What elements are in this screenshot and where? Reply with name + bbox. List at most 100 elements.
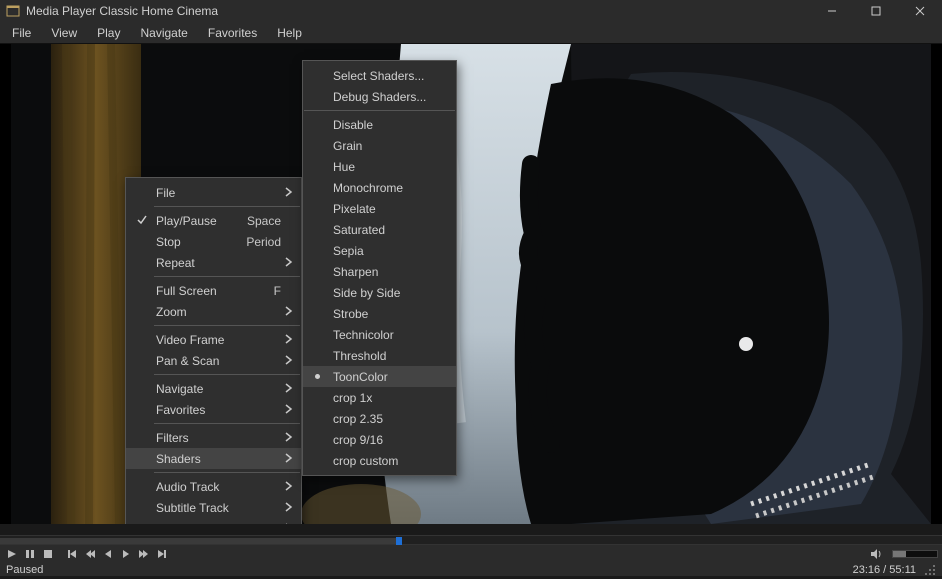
shader-threshold[interactable]: Threshold xyxy=(303,345,456,366)
separator xyxy=(154,206,300,207)
ctx-repeat[interactable]: Repeat xyxy=(126,252,301,273)
menu-help[interactable]: Help xyxy=(267,23,312,43)
ctx-navigate[interactable]: Navigate xyxy=(126,378,301,399)
prev-track-button[interactable] xyxy=(64,546,80,562)
menu-favorites[interactable]: Favorites xyxy=(198,23,267,43)
maximize-button[interactable] xyxy=(854,0,898,22)
shader-monochrome[interactable]: Monochrome xyxy=(303,177,456,198)
volume-bar[interactable] xyxy=(892,550,938,558)
seekbar[interactable] xyxy=(0,535,942,545)
ctx-shaders[interactable]: Shaders xyxy=(126,448,301,469)
label: Filters xyxy=(156,431,189,445)
shortcut: F xyxy=(274,284,281,298)
label: Hue xyxy=(333,160,355,174)
frame-forward-button[interactable] xyxy=(118,546,134,562)
label: Favorites xyxy=(156,403,205,417)
chevron-right-icon xyxy=(283,479,295,496)
shader-pixelate[interactable]: Pixelate xyxy=(303,198,456,219)
minimize-button[interactable] xyxy=(810,0,854,22)
status-text: Paused xyxy=(6,564,853,576)
label: Grain xyxy=(333,139,362,153)
close-button[interactable] xyxy=(898,0,942,22)
step-forward-button[interactable] xyxy=(136,546,152,562)
chevron-right-icon xyxy=(283,430,295,447)
shader-strobe[interactable]: Strobe xyxy=(303,303,456,324)
shader-sepia[interactable]: Sepia xyxy=(303,240,456,261)
shader-crop-2-35[interactable]: crop 2.35 xyxy=(303,408,456,429)
shader-crop-1x[interactable]: crop 1x xyxy=(303,387,456,408)
ctx-video-frame[interactable]: Video Frame xyxy=(126,329,301,350)
frame-back-button[interactable] xyxy=(100,546,116,562)
shader-side-by-side[interactable]: Side by Side xyxy=(303,282,456,303)
video-area[interactable]: File Play/PauseSpace Stop Period Repeat Full … xyxy=(0,44,942,524)
label: Monochrome xyxy=(333,181,403,195)
ctx-filters[interactable]: Filters xyxy=(126,427,301,448)
menu-file[interactable]: File xyxy=(2,23,41,43)
shader-crop-9-16[interactable]: crop 9/16 xyxy=(303,429,456,450)
shader-hue[interactable]: Hue xyxy=(303,156,456,177)
label: Navigate xyxy=(156,382,203,396)
ctx-subtitle-track[interactable]: Subtitle Track xyxy=(126,497,301,518)
label: Sepia xyxy=(333,244,364,258)
shader-select-shaders[interactable]: Select Shaders... xyxy=(303,65,456,86)
separator xyxy=(154,472,300,473)
label: Sharpen xyxy=(333,265,378,279)
ctx-play-pause[interactable]: Play/PauseSpace xyxy=(126,210,301,231)
label: Debug Shaders... xyxy=(333,90,426,104)
mute-button[interactable] xyxy=(868,546,884,562)
ctx-file[interactable]: File xyxy=(126,182,301,203)
ctx-audio-track[interactable]: Audio Track xyxy=(126,476,301,497)
label: Select Shaders... xyxy=(333,69,424,83)
step-back-button[interactable] xyxy=(82,546,98,562)
ctx-pan-scan[interactable]: Pan & Scan xyxy=(126,350,301,371)
shortcut: Period xyxy=(246,235,281,249)
volume-fill xyxy=(893,551,906,557)
label: Pixelate xyxy=(333,202,376,216)
menu-view[interactable]: View xyxy=(41,23,87,43)
separator xyxy=(154,276,300,277)
chevron-right-icon xyxy=(283,185,295,202)
label: Saturated xyxy=(333,223,385,237)
separator xyxy=(154,423,300,424)
stop-button[interactable] xyxy=(40,546,56,562)
label: Shaders xyxy=(156,452,201,466)
play-button[interactable] xyxy=(4,546,20,562)
chevron-right-icon xyxy=(283,255,295,272)
pause-button[interactable] xyxy=(22,546,38,562)
menu-play[interactable]: Play xyxy=(87,23,130,43)
ctx-video-track[interactable]: Video Track xyxy=(126,518,301,524)
shader-tooncolor[interactable]: ToonColor xyxy=(303,366,456,387)
label: Full Screen xyxy=(156,284,217,298)
ctx-zoom[interactable]: Zoom xyxy=(126,301,301,322)
label: Video Track xyxy=(156,522,219,525)
shader-saturated[interactable]: Saturated xyxy=(303,219,456,240)
shader-grain[interactable]: Grain xyxy=(303,135,456,156)
label: Threshold xyxy=(333,349,386,363)
ctx-favorites[interactable]: Favorites xyxy=(126,399,301,420)
label: ToonColor xyxy=(333,370,388,384)
shader-debug-shaders[interactable]: Debug Shaders... xyxy=(303,86,456,107)
bullet-icon xyxy=(315,374,320,379)
seekbar-progress xyxy=(0,538,396,544)
label: Repeat xyxy=(156,256,195,270)
shader-technicolor[interactable]: Technicolor xyxy=(303,324,456,345)
ctx-stop[interactable]: Stop Period xyxy=(126,231,301,252)
label: Pan & Scan xyxy=(156,354,219,368)
separator xyxy=(154,325,300,326)
label: Side by Side xyxy=(333,286,400,300)
ctx-full-screen[interactable]: Full Screen F xyxy=(126,280,301,301)
statusbar: Paused 23:16 / 55:11 xyxy=(0,563,942,576)
shader-crop-custom[interactable]: crop custom xyxy=(303,450,456,471)
label: Disable xyxy=(333,118,373,132)
next-track-button[interactable] xyxy=(154,546,170,562)
shaders-submenu: Select Shaders... Debug Shaders... Disable… xyxy=(302,60,457,476)
resize-grip-icon[interactable] xyxy=(924,564,936,576)
label: Stop xyxy=(156,235,181,249)
label: File xyxy=(156,186,175,200)
chevron-right-icon xyxy=(283,332,295,349)
context-menu: File Play/PauseSpace Stop Period Repeat Full … xyxy=(125,177,302,524)
shader-sharpen[interactable]: Sharpen xyxy=(303,261,456,282)
menu-navigate[interactable]: Navigate xyxy=(130,23,197,43)
seekbar-thumb[interactable] xyxy=(396,537,402,545)
label: Video Frame xyxy=(156,333,224,347)
